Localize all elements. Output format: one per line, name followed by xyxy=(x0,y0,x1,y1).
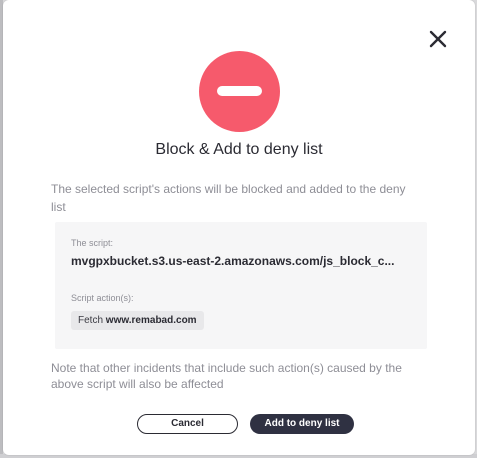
script-value: mvgpxbucket.s3.us-east-2.amazonaws.com/j… xyxy=(71,254,395,268)
minus-bar xyxy=(217,86,262,96)
script-actions-label: Script action(s): xyxy=(71,293,134,303)
action-chip: Fetch www.remabad.com xyxy=(71,311,204,330)
script-info-panel: The script: mvgpxbucket.s3.us-east-2.ama… xyxy=(55,222,427,349)
dialog-description: The selected script's actions will be bl… xyxy=(51,182,406,214)
minus-circle-icon xyxy=(199,51,280,132)
dialog-note: Note that other incidents that include s… xyxy=(51,361,402,391)
cancel-button[interactable]: Cancel xyxy=(137,414,238,434)
dialog-title: Block & Add to deny list xyxy=(155,141,323,158)
close-icon xyxy=(429,30,447,48)
block-dialog: Block & Add to deny list The selected sc… xyxy=(3,0,475,455)
action-method: Fetch xyxy=(78,315,104,326)
action-domain: www.remabad.com xyxy=(105,315,197,326)
close-button[interactable] xyxy=(427,28,449,50)
add-to-deny-list-button[interactable]: Add to deny list xyxy=(250,414,354,434)
script-label: The script: xyxy=(71,238,114,248)
